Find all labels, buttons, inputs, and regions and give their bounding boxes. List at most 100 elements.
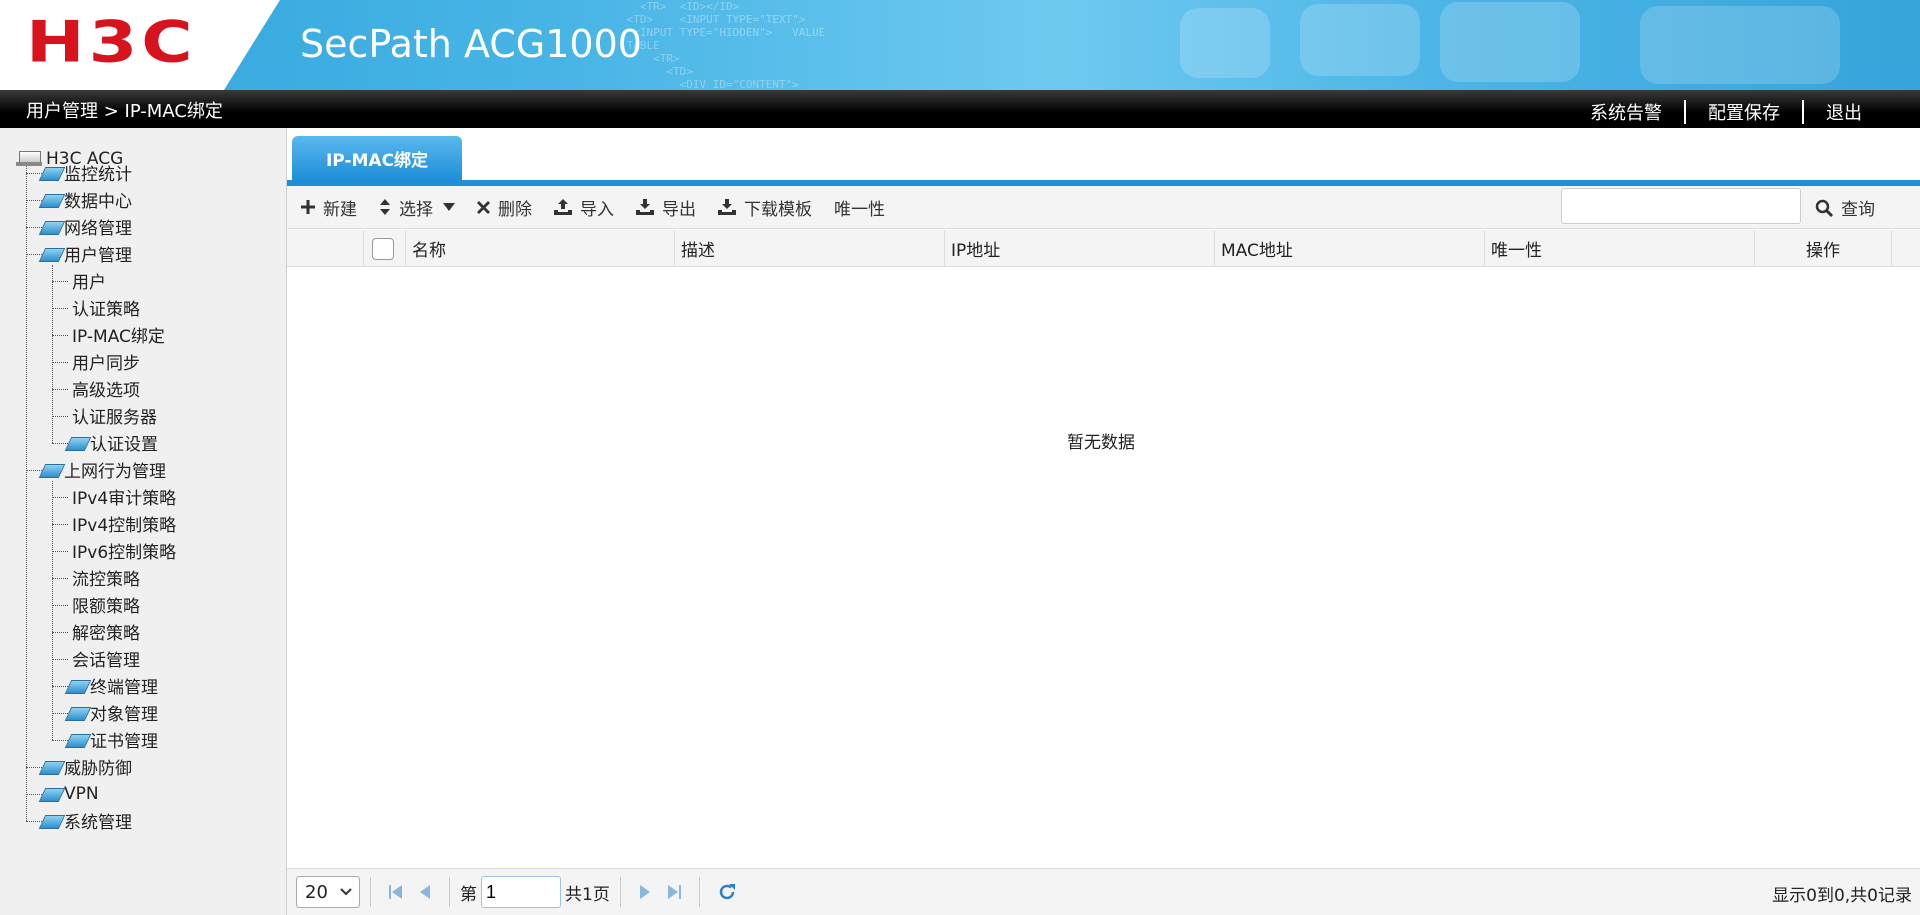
download-icon bbox=[636, 199, 654, 215]
search-button-label: 查询 bbox=[1841, 200, 1875, 220]
tree-connector bbox=[52, 524, 68, 525]
logout-link[interactable]: 退出 bbox=[1804, 99, 1884, 125]
sidebar-item-label: IP-MAC绑定 bbox=[72, 327, 165, 347]
sidebar-item[interactable]: 流控策略 bbox=[72, 564, 140, 591]
tree-connector bbox=[52, 551, 68, 552]
system-alarm-link[interactable]: 系统告警 bbox=[1568, 99, 1684, 125]
sidebar-item-label: IPv4审计策略 bbox=[72, 489, 177, 509]
grid-body: 暂无数据 bbox=[287, 268, 1920, 868]
tab-ip-mac-binding[interactable]: IP-MAC绑定 bbox=[292, 136, 462, 180]
export-button-label: 导出 bbox=[662, 199, 696, 220]
import-button-label: 导入 bbox=[580, 199, 614, 220]
new-button[interactable]: 新建 bbox=[301, 195, 357, 220]
sidebar-item[interactable]: 认证设置 bbox=[66, 429, 158, 456]
pager-separator bbox=[619, 877, 621, 907]
banner-decoration bbox=[1440, 2, 1580, 82]
sidebar-item[interactable]: 数据中心 bbox=[40, 186, 132, 213]
sidebar-item-label: 高级选项 bbox=[72, 381, 140, 401]
column-header-description[interactable]: 描述 bbox=[675, 230, 945, 267]
sidebar-item[interactable]: IPv4控制策略 bbox=[72, 510, 176, 537]
search-input[interactable] bbox=[1561, 188, 1801, 224]
column-header-name[interactable]: 名称 bbox=[405, 230, 675, 267]
plus-icon bbox=[301, 200, 315, 214]
column-header-mac[interactable]: MAC地址 bbox=[1215, 230, 1485, 267]
sidebar-item[interactable]: IP-MAC绑定 bbox=[72, 321, 165, 348]
sidebar-item[interactable]: 证书管理 bbox=[66, 726, 158, 753]
sidebar-item[interactable]: 系统管理 bbox=[40, 807, 132, 834]
sidebar-item[interactable]: 用户管理 bbox=[40, 240, 132, 267]
page-number-input[interactable] bbox=[481, 876, 561, 908]
toolbar: 新建 选择 删除 导入 导出 下载模板 唯一性 查询 bbox=[287, 186, 1920, 229]
folder-icon bbox=[66, 733, 88, 747]
page-size-select[interactable]: 20 bbox=[296, 876, 360, 908]
search-button[interactable]: 查询 bbox=[1815, 195, 1875, 220]
select-all-checkbox[interactable] bbox=[372, 238, 394, 260]
tree-connector bbox=[52, 389, 68, 390]
tree-connector bbox=[52, 497, 68, 498]
select-dropdown[interactable]: 选择 bbox=[379, 195, 455, 220]
device-icon bbox=[16, 150, 42, 167]
sidebar-item-label: 数据中心 bbox=[64, 192, 132, 212]
product-title: SecPath ACG1000 bbox=[300, 22, 642, 66]
sidebar-item-label: 对象管理 bbox=[90, 705, 158, 725]
search-icon bbox=[1815, 199, 1833, 217]
save-config-link[interactable]: 配置保存 bbox=[1686, 99, 1802, 125]
sidebar-item[interactable]: 认证策略 bbox=[72, 294, 140, 321]
folder-icon bbox=[66, 679, 88, 693]
grid-header: 名称 描述 IP地址 MAC地址 唯一性 操作 bbox=[287, 230, 1920, 267]
sidebar-item[interactable]: 网络管理 bbox=[40, 213, 132, 240]
sidebar-item[interactable]: 会话管理 bbox=[72, 645, 140, 672]
sidebar-item[interactable]: 威胁防御 bbox=[40, 753, 132, 780]
next-page-icon[interactable] bbox=[639, 884, 651, 900]
folder-icon bbox=[66, 436, 88, 450]
delete-button[interactable]: 删除 bbox=[477, 195, 532, 220]
sidebar-item[interactable]: 认证服务器 bbox=[72, 402, 157, 429]
banner-decoration bbox=[1640, 6, 1840, 84]
sidebar-item-label: 解密策略 bbox=[72, 624, 140, 644]
tree-connector bbox=[52, 632, 68, 633]
sidebar-item[interactable]: IPv6控制策略 bbox=[72, 537, 176, 564]
folder-icon bbox=[40, 193, 62, 207]
sidebar-item[interactable]: 解密策略 bbox=[72, 618, 140, 645]
first-page-icon[interactable] bbox=[389, 884, 403, 900]
folder-icon bbox=[40, 166, 62, 180]
uniqueness-button[interactable]: 唯一性 bbox=[834, 195, 885, 220]
sidebar-item[interactable]: 用户 bbox=[72, 267, 106, 294]
download-template-button[interactable]: 下载模板 bbox=[718, 195, 812, 220]
sidebar-item[interactable]: VPN bbox=[40, 780, 99, 807]
refresh-icon[interactable] bbox=[718, 883, 736, 901]
sidebar-item-label: 威胁防御 bbox=[64, 759, 132, 779]
sidebar-item[interactable]: 上网行为管理 bbox=[40, 456, 166, 483]
last-page-icon[interactable] bbox=[667, 884, 681, 900]
column-header-actions: 操作 bbox=[1755, 230, 1892, 267]
sidebar-item-label: 认证服务器 bbox=[72, 408, 157, 428]
record-info: 显示0到0,共0记录 bbox=[1772, 886, 1912, 906]
sidebar-item[interactable]: IPv4审计策略 bbox=[72, 483, 176, 510]
import-button[interactable]: 导入 bbox=[554, 195, 614, 220]
sidebar-item-label: 系统管理 bbox=[64, 813, 132, 833]
column-header-ip[interactable]: IP地址 bbox=[945, 230, 1215, 267]
sidebar-item[interactable]: 终端管理 bbox=[66, 672, 158, 699]
sidebar-item[interactable]: 对象管理 bbox=[66, 699, 158, 726]
prev-page-icon[interactable] bbox=[419, 884, 431, 900]
logo-area: H3C bbox=[0, 0, 280, 90]
tree-connector bbox=[52, 578, 68, 579]
pagination-bar: 20 第 共1页 显示0到0,共0记录 bbox=[287, 868, 1920, 915]
pager-separator bbox=[698, 877, 700, 907]
sidebar-item-label: 监控统计 bbox=[64, 165, 132, 185]
sidebar-item[interactable]: 限额策略 bbox=[72, 591, 140, 618]
sidebar-tree: H3C ACG 监控统计 数据中心 网络管理 用户管理 用户 认证策略 IP-MAC绑定 用户… bbox=[0, 128, 287, 915]
sidebar-item-label: 用户同步 bbox=[72, 354, 140, 374]
sidebar-item-label: 认证设置 bbox=[90, 435, 158, 455]
page-size-value: 20 bbox=[305, 881, 328, 903]
tree-connector bbox=[52, 308, 68, 309]
column-header-uniqueness[interactable]: 唯一性 bbox=[1485, 230, 1755, 267]
sidebar-item[interactable]: 监控统计 bbox=[40, 159, 132, 186]
page-total: 共1页 bbox=[565, 884, 610, 905]
sidebar-item[interactable]: 用户同步 bbox=[72, 348, 140, 375]
sidebar-item-label: 会话管理 bbox=[72, 651, 140, 671]
sidebar-item-label: 用户 bbox=[72, 273, 106, 293]
h3c-logo: H3C bbox=[26, 8, 197, 76]
export-button[interactable]: 导出 bbox=[636, 195, 696, 220]
sidebar-item[interactable]: 高级选项 bbox=[72, 375, 140, 402]
